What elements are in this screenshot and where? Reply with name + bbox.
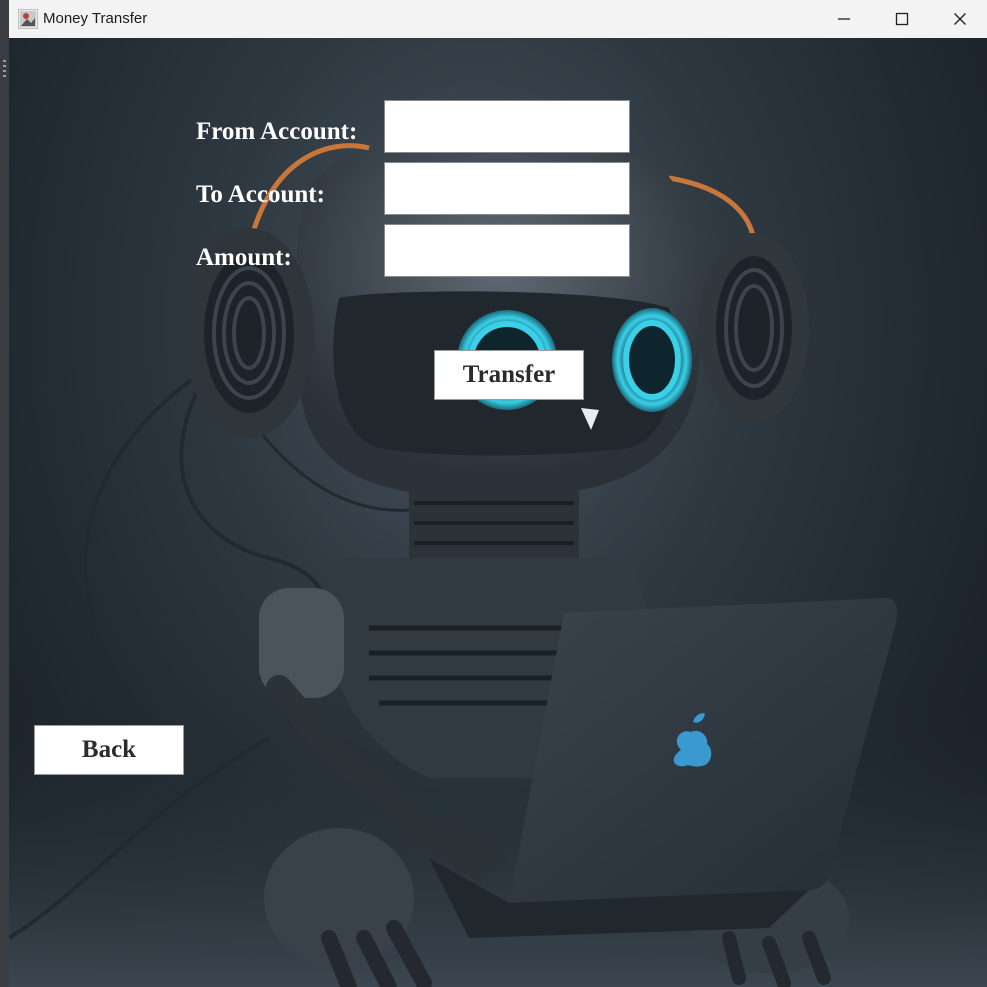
maximize-button[interactable] [879,0,925,38]
amount-field[interactable] [384,224,630,277]
to-account-label: To Account: [196,181,325,208]
maximize-icon [895,12,909,26]
back-button[interactable]: Back [34,725,184,775]
close-button[interactable] [937,0,983,38]
transfer-button[interactable]: Transfer [434,350,584,400]
title-bar[interactable]: Money Transfer [9,0,987,39]
app-window: Money Transfer From Account: To Account:… [9,0,987,987]
from-account-label: From Account: [196,118,358,145]
java-app-icon [18,9,38,29]
client-area: From Account: To Account: Amount: Transf… [9,38,987,987]
window-title: Money Transfer [43,10,148,27]
minimize-button[interactable] [821,0,867,38]
close-icon [954,13,966,25]
from-account-field[interactable] [384,100,630,153]
minimize-icon [838,18,850,20]
left-edge-strip [0,0,9,987]
amount-label: Amount: [196,244,292,271]
to-account-field[interactable] [384,162,630,215]
grip-dots [3,60,6,80]
